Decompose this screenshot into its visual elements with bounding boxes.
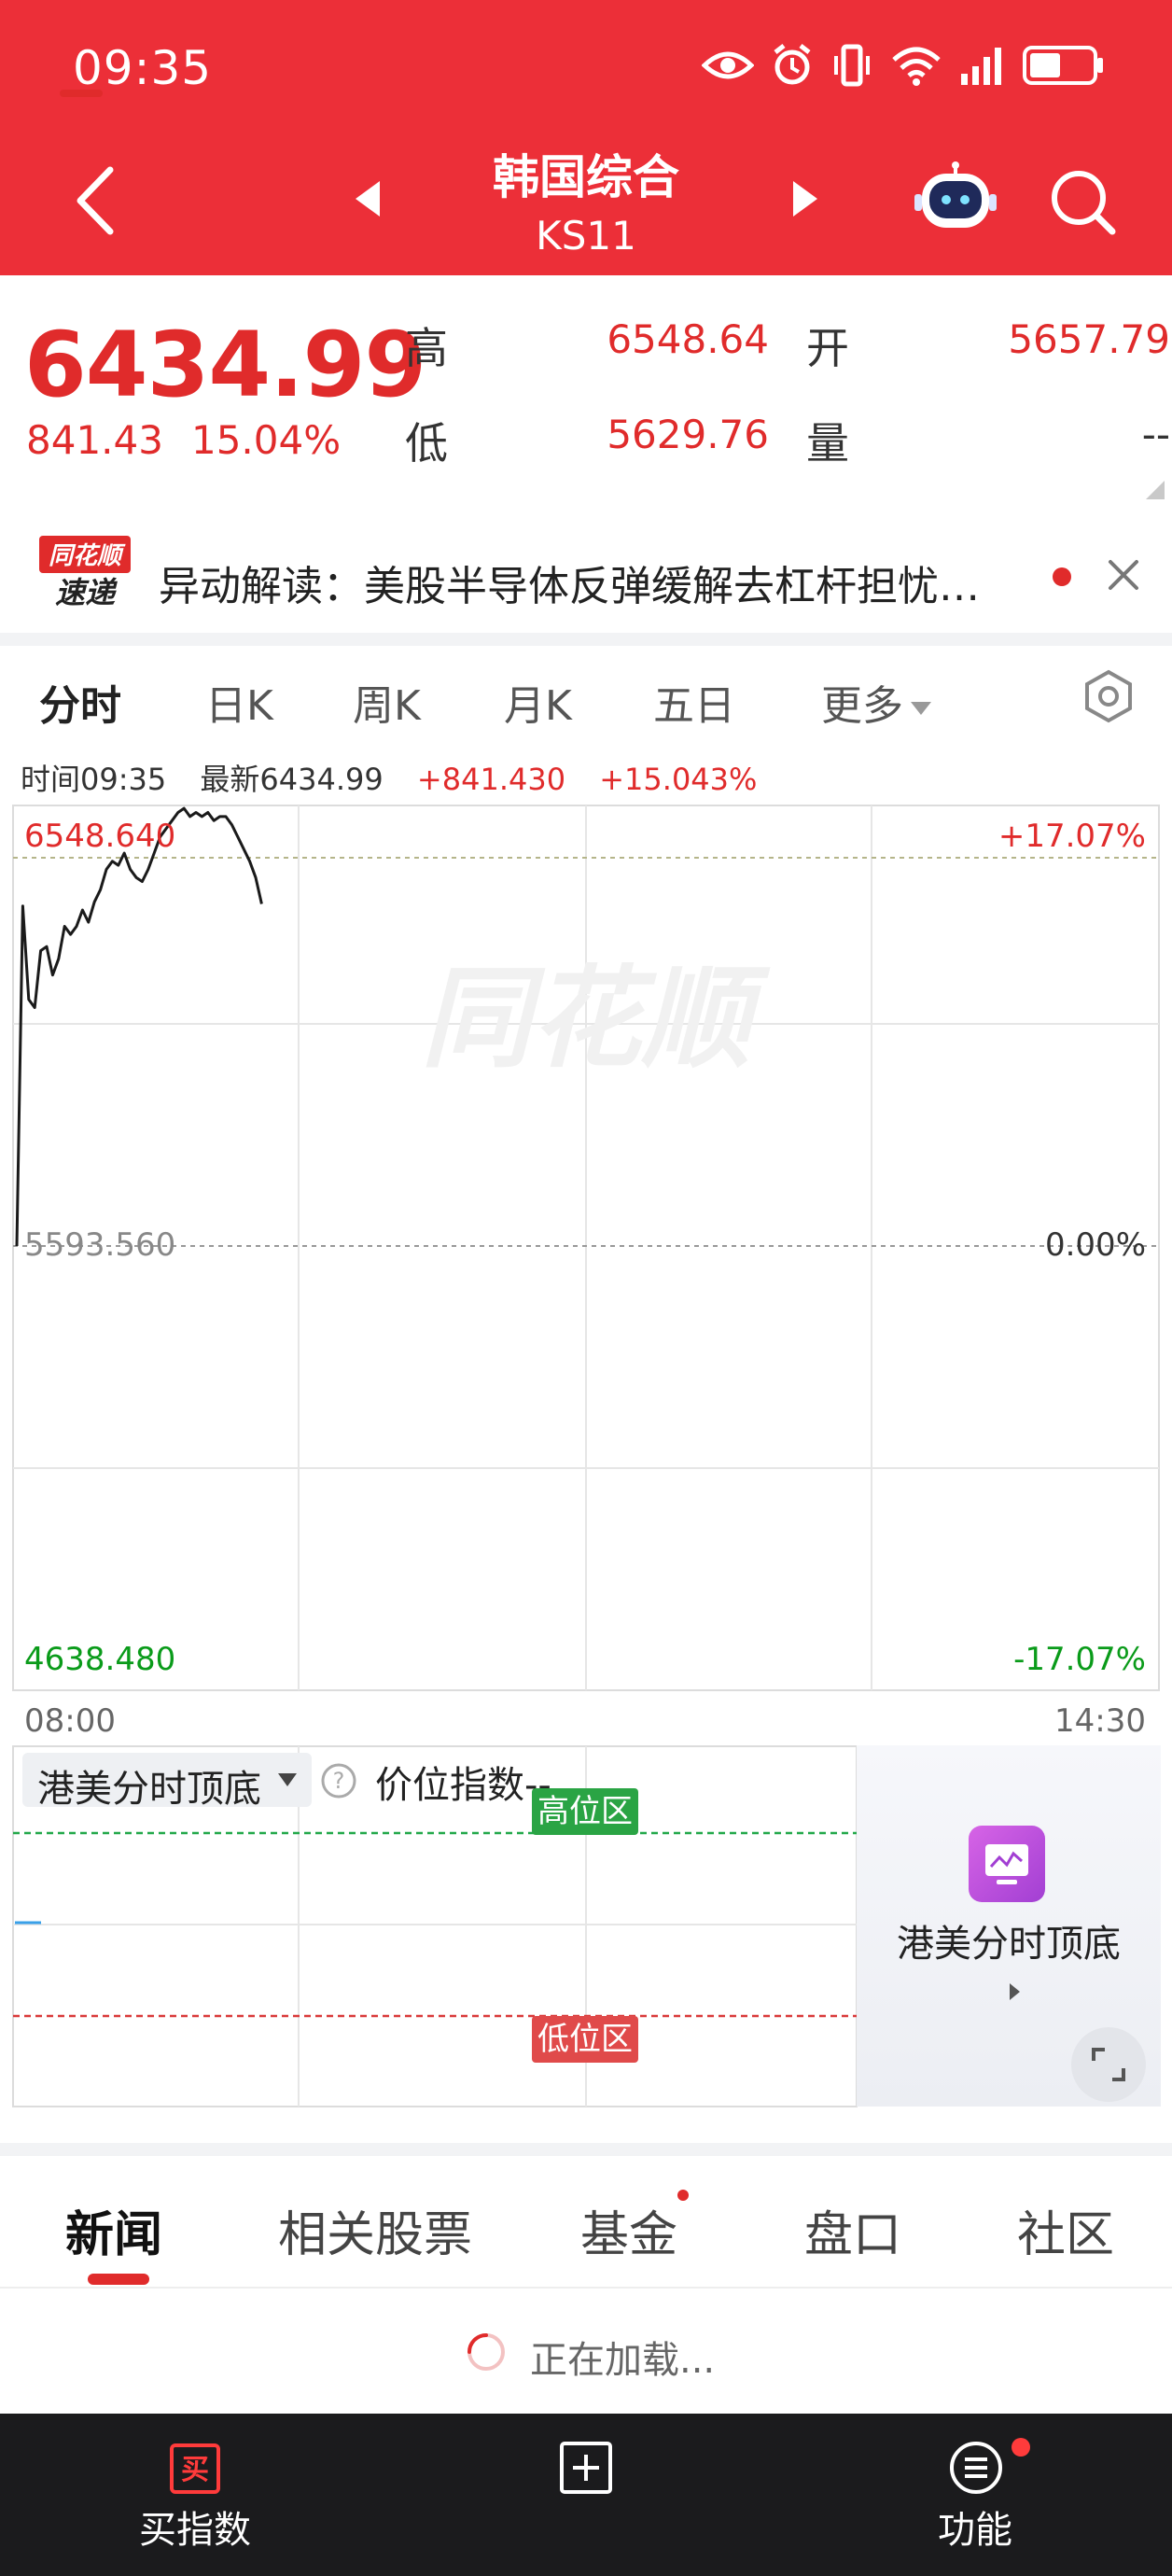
- tab-intraday[interactable]: 分时: [39, 672, 121, 732]
- y-axis-right-high: +17.07%: [998, 818, 1146, 855]
- tab-related-stocks[interactable]: 相关股票: [278, 2195, 472, 2265]
- time-value: 09:35: [80, 762, 167, 797]
- change-amount: 841.43: [26, 417, 163, 463]
- low-label: 低: [405, 418, 448, 469]
- x-axis-end: 14:30: [1054, 1702, 1146, 1740]
- alarm-icon: [774, 44, 811, 85]
- ths-express-logo: 同花顺 速递: [39, 536, 131, 610]
- indicator-name: 价位指数--: [375, 1755, 551, 1809]
- signal-icon: [961, 48, 1001, 85]
- buy-icon[interactable]: 买: [170, 2443, 220, 2494]
- intraday-chart[interactable]: 同花顺: [0, 803, 1172, 1699]
- open-label: 开: [806, 323, 849, 373]
- vibrate-icon: [834, 44, 870, 87]
- monitor-chart-icon: [985, 1844, 1028, 1884]
- loading-spinner-icon: [467, 2333, 505, 2371]
- time-label: 时间: [21, 762, 81, 797]
- settings-hexagon-icon[interactable]: [1081, 668, 1137, 724]
- quote-panel: 6434.99 841.43 15.04% 高 6548.64 开 5657.79…: [0, 275, 1172, 499]
- tab-news[interactable]: 新闻: [65, 2195, 162, 2265]
- x-axis-start: 08:00: [24, 1702, 116, 1740]
- info-change-pct: +15.043%: [599, 762, 758, 797]
- y-axis-right-zero: 0.00%: [1044, 1226, 1146, 1264]
- chart-period-tabs: 分时 日K 周K 月K 五日 更多: [0, 644, 1172, 747]
- indicator-selector-label: 港美分时顶底: [37, 1768, 261, 1811]
- y-axis-high: 6548.640: [24, 818, 176, 855]
- robot-assistant-icon[interactable]: [914, 161, 997, 235]
- fullscreen-button[interactable]: [1071, 2027, 1146, 2102]
- tab-five-day[interactable]: 五日: [653, 672, 735, 732]
- close-icon[interactable]: [1103, 554, 1144, 595]
- news-ticker[interactable]: 同花顺 速递 异动解读：美股半导体反弹缓解去杠杆担忧…: [0, 523, 1172, 625]
- tab-funds[interactable]: 基金: [580, 2195, 677, 2265]
- indicator-app-icon[interactable]: [969, 1826, 1045, 1902]
- tab-more[interactable]: 更多: [821, 672, 933, 732]
- y-axis-right-low: -17.07%: [1013, 1641, 1146, 1678]
- tab-order-book[interactable]: 盘口: [804, 2195, 901, 2265]
- function-button[interactable]: 功能: [872, 2499, 1078, 2554]
- latest-value: 6434.99: [259, 762, 384, 797]
- menu-icon[interactable]: [948, 2440, 1004, 2496]
- svg-text:买: 买: [181, 2454, 209, 2486]
- previous-index-icon[interactable]: [350, 177, 387, 220]
- dropdown-triangle-icon: [911, 702, 931, 715]
- eye-icon: [702, 51, 754, 79]
- loading-text: 正在加载...: [530, 2339, 716, 2382]
- section-divider: [0, 2143, 1172, 2156]
- latest-label: 最新: [200, 762, 260, 797]
- high-label: 高: [405, 323, 448, 373]
- svg-text:?: ?: [333, 1768, 345, 1794]
- index-title: 韩国综合: [493, 150, 679, 204]
- ticker-headline[interactable]: 异动解读：美股半导体反弹缓解去杠杆担忧…: [159, 553, 980, 612]
- wifi-icon: [892, 47, 941, 86]
- high-zone-tag: 高位区: [532, 1788, 638, 1835]
- change-percent: 15.04%: [190, 417, 342, 463]
- dropdown-triangle-icon: [278, 1773, 297, 1786]
- help-icon[interactable]: ?: [320, 1762, 357, 1799]
- y-axis-low: 4638.480: [24, 1641, 176, 1678]
- volume-label: 量: [806, 418, 849, 469]
- chevron-right-icon[interactable]: [1006, 1981, 1023, 2003]
- expand-icon: [1092, 2048, 1125, 2081]
- index-code: KS11: [536, 213, 636, 259]
- next-index-icon[interactable]: [786, 177, 823, 220]
- low-zone-tag: 低位区: [532, 2016, 638, 2063]
- svg-text:同花顺: 同花顺: [49, 542, 126, 570]
- y-axis-prev-close: 5593.560: [24, 1226, 176, 1264]
- tab-community[interactable]: 社区: [1017, 2195, 1114, 2265]
- open-value: 5657.79: [1008, 316, 1170, 362]
- expand-corner-icon[interactable]: [1146, 481, 1165, 499]
- tab-daily-k[interactable]: 日K: [205, 672, 273, 732]
- tab-more-label: 更多: [821, 682, 903, 730]
- buy-index-button[interactable]: 买指数: [92, 2499, 298, 2554]
- status-icons: [702, 37, 1105, 93]
- tab-weekly-k[interactable]: 周K: [353, 672, 421, 732]
- active-tab-indicator: [60, 90, 103, 97]
- tab-monthly-k[interactable]: 月K: [504, 672, 572, 732]
- current-price: 6434.99: [24, 313, 426, 417]
- chart-info-bar: 时间09:35 最新6434.99 +841.430 +15.043%: [21, 756, 757, 799]
- header-bar: 09:35 韩国综合 KS11: [0, 0, 1172, 275]
- search-icon[interactable]: [1047, 166, 1118, 237]
- high-value: 6548.64: [607, 316, 769, 362]
- add-watchlist-icon[interactable]: [558, 2440, 614, 2496]
- battery-icon: [1023, 46, 1103, 85]
- price-change-row: 841.43 15.04%: [26, 417, 341, 463]
- unread-dot: [1053, 567, 1071, 586]
- new-badge-dot: [677, 2190, 689, 2201]
- price-line: [15, 806, 263, 1247]
- volume-value: --: [1141, 412, 1170, 457]
- info-change: +841.430: [416, 762, 566, 797]
- low-value: 5629.76: [607, 412, 769, 457]
- info-tabs: 新闻 相关股票 基金 盘口 社区: [0, 2162, 1172, 2289]
- status-time: 09:35: [73, 41, 213, 95]
- svg-text:速递: 速递: [55, 575, 118, 610]
- indicator-name-label: 价位指数: [375, 1764, 524, 1807]
- watermark-text: 同花顺: [421, 954, 771, 1083]
- promo-title[interactable]: 港美分时顶底: [857, 1913, 1161, 1967]
- notification-dot: [1012, 2438, 1030, 2457]
- back-arrow-icon[interactable]: [65, 159, 131, 243]
- active-tab-indicator: [88, 2274, 149, 2285]
